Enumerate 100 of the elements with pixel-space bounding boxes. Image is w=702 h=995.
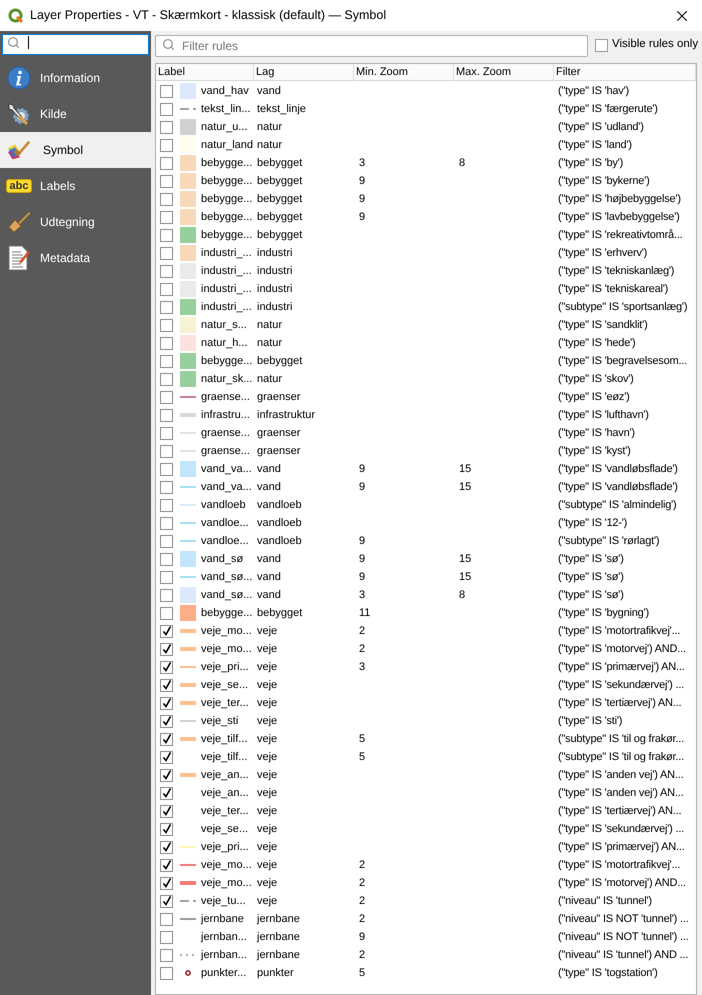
- rule-checkbox[interactable]: [160, 516, 173, 530]
- rule-checkbox[interactable]: [160, 588, 173, 602]
- sidebar-item[interactable]: Kilde: [0, 96, 151, 132]
- rule-checkbox[interactable]: [160, 138, 173, 152]
- rule-checkbox[interactable]: [160, 714, 173, 728]
- rule-checkbox[interactable]: [160, 192, 173, 206]
- layer-cell-text: tekst_linje: [256, 102, 307, 117]
- rule-checkbox[interactable]: [160, 174, 173, 188]
- filter-cell-text: ("type" IS 'sti'): [557, 714, 624, 729]
- rule-checkbox[interactable]: [160, 606, 173, 620]
- rule-checkbox[interactable]: [160, 678, 173, 692]
- rule-checkbox[interactable]: [160, 318, 173, 332]
- rule-checkbox[interactable]: [160, 462, 173, 476]
- rule-checkbox[interactable]: [160, 228, 173, 242]
- rule-checkbox[interactable]: [160, 696, 173, 710]
- layer-cell-text: infrastruktur: [256, 408, 316, 423]
- rule-checkbox[interactable]: [160, 444, 173, 458]
- rule-checkbox[interactable]: [160, 102, 173, 116]
- rule-checkbox[interactable]: [160, 840, 173, 854]
- filter-cell-text: ("type" IS 'motortrafikvej'...: [557, 858, 682, 873]
- rule-checkbox[interactable]: [160, 876, 173, 890]
- max-zoom-cell-text: 15: [458, 480, 472, 495]
- column-header[interactable]: Max. Zoom: [454, 64, 554, 80]
- rule-checkbox[interactable]: [160, 264, 173, 278]
- layer-cell-text: graenser: [256, 390, 302, 405]
- filter-cell-text: ("type" IS 'anden vej') AN...: [557, 768, 684, 783]
- min-zoom-cell-text: 3: [358, 660, 366, 675]
- rule-checkbox[interactable]: [160, 660, 173, 674]
- rule-checkbox[interactable]: [160, 120, 173, 134]
- rule-checkbox[interactable]: [160, 156, 173, 170]
- filter-cell-text: ("type" IS 'sandklit'): [557, 318, 649, 333]
- rule-checkbox[interactable]: [160, 336, 173, 350]
- rule-checkbox[interactable]: [160, 624, 173, 638]
- rule-checkbox[interactable]: [160, 354, 173, 368]
- rule-checkbox[interactable]: [160, 246, 173, 260]
- min-zoom-cell-text: 11: [358, 606, 372, 621]
- layer-cell-text: vandloeb: [256, 516, 303, 531]
- rule-checkbox[interactable]: [160, 642, 173, 656]
- rule-checkbox[interactable]: [160, 966, 173, 980]
- label-tag-icon: abc: [6, 179, 32, 193]
- max-zoom-cell-text: 8: [458, 156, 466, 171]
- max-zoom-cell-text: 15: [458, 570, 472, 585]
- search-icon: [7, 36, 20, 49]
- sidebar-item[interactable]: Metadata: [0, 240, 151, 276]
- sidebar-item[interactable]: Information: [0, 60, 151, 96]
- rule-label: veje_mo...: [201, 624, 252, 639]
- rule-checkbox[interactable]: [160, 372, 173, 386]
- filter-cell-text: ("niveau" IS 'tunnel'): [557, 894, 653, 909]
- column-header[interactable]: Min. Zoom: [354, 64, 454, 80]
- filter-cell-text: ("type" IS 'sekundærvej') ...: [557, 678, 686, 693]
- sidebar-item[interactable]: abc Labels: [0, 168, 151, 204]
- visible-rules-checkbox[interactable]: Visible rules only: [595, 36, 698, 54]
- rule-checkbox[interactable]: [160, 282, 173, 296]
- layer-cell-text: veje: [256, 642, 278, 657]
- rule-checkbox[interactable]: [160, 570, 173, 584]
- rule-checkbox[interactable]: [160, 768, 173, 782]
- min-zoom-cell-text: 3: [358, 156, 366, 171]
- filter-cell-text: ("niveau" IS NOT 'tunnel') ...: [557, 912, 690, 927]
- rule-checkbox[interactable]: [160, 912, 173, 926]
- rule-checkbox[interactable]: [160, 534, 173, 548]
- min-zoom-cell-text: 5: [358, 966, 366, 981]
- column-header[interactable]: Lag: [254, 64, 354, 80]
- rule-checkbox[interactable]: [160, 894, 173, 908]
- rule-checkbox[interactable]: [160, 858, 173, 872]
- rule-checkbox[interactable]: [160, 552, 173, 566]
- sidebar-item[interactable]: Udtegning: [0, 204, 151, 240]
- column-header[interactable]: Filter: [554, 64, 696, 80]
- rule-checkbox[interactable]: [160, 948, 173, 962]
- layer-cell-text: veje: [256, 876, 278, 891]
- rule-checkbox[interactable]: [160, 822, 173, 836]
- rule-checkbox[interactable]: [160, 210, 173, 224]
- rule-checkbox[interactable]: [160, 786, 173, 800]
- rule-checkbox[interactable]: [160, 426, 173, 440]
- sidebar-item[interactable]: Symbol: [0, 132, 151, 168]
- min-zoom-cell-text: 9: [358, 534, 366, 549]
- filter-cell-text: ("type" IS 'tertiærvej') AN...: [557, 696, 682, 711]
- layer-cell-text: bebygget: [256, 174, 304, 189]
- filter-cell-text: ("type" IS 'rekreativtområ...: [557, 228, 684, 243]
- rule-label: infrastru...: [201, 408, 250, 423]
- rule-checkbox[interactable]: [160, 804, 173, 818]
- rule-label: bebygge...: [201, 174, 252, 189]
- rule-checkbox[interactable]: [160, 300, 173, 314]
- filter-rules-field[interactable]: Filter rules: [155, 35, 588, 57]
- rule-checkbox[interactable]: [160, 480, 173, 494]
- rule-checkbox[interactable]: [160, 750, 173, 764]
- layer-cell-text: veje: [256, 750, 278, 765]
- rule-checkbox[interactable]: [160, 408, 173, 422]
- rule-label: veje_ter...: [201, 696, 249, 711]
- rule-checkbox[interactable]: [160, 732, 173, 746]
- filter-cell-text: ("type" IS 'tertiærvej') AN...: [557, 804, 682, 819]
- rule-label: vand_hav: [201, 84, 249, 99]
- column-header[interactable]: Label: [156, 64, 254, 80]
- rule-checkbox[interactable]: [160, 84, 173, 98]
- rule-checkbox[interactable]: [160, 930, 173, 944]
- layer-cell-text: veje: [256, 786, 278, 801]
- filter-cell-text: ("type" IS 'havn'): [557, 426, 636, 441]
- rule-checkbox[interactable]: [160, 498, 173, 512]
- search-field[interactable]: [2, 34, 149, 54]
- rule-checkbox[interactable]: [160, 390, 173, 404]
- layer-cell-text: natur: [256, 120, 284, 135]
